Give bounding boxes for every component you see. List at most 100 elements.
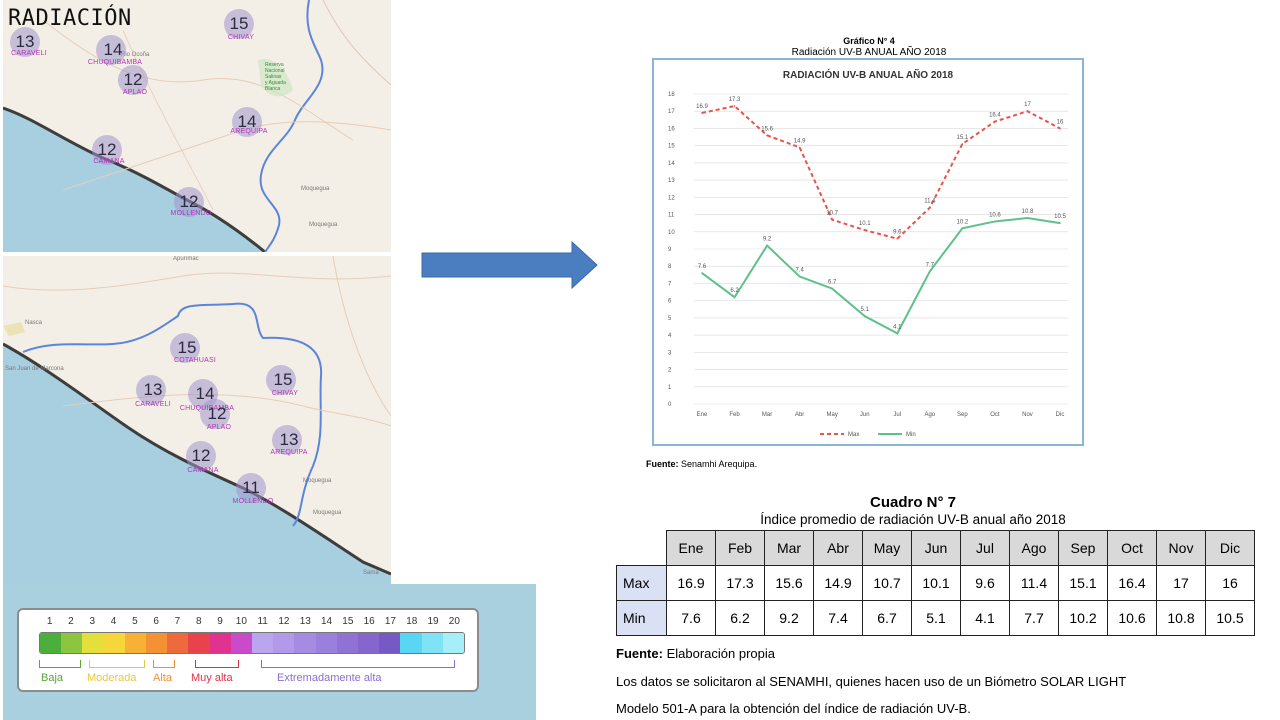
legend-scale-number: 3 (89, 616, 96, 627)
legend-color-swatch (294, 633, 316, 653)
chart-plot: 0123456789101112131415161718Ene Feb Mar Abr… (668, 92, 1068, 438)
chart-source-text: Senamhi Arequipa. (681, 459, 758, 469)
city-label: CARAVELI (135, 401, 171, 408)
x-tick-label: Ago (924, 412, 935, 418)
y-tick-label: 13 (668, 178, 675, 184)
uv-value: 14 (195, 384, 215, 403)
data-label: 7.4 (795, 268, 804, 274)
data-label: 10.6 (989, 212, 1001, 218)
legend-scale-number: 11 (257, 616, 268, 627)
legend-entry: Min (906, 432, 916, 438)
table-row: Max 16.9 17.3 15.6 14.9 10.7 10.1 9.6 11… (616, 565, 1255, 601)
table-cell: 15.1 (1058, 565, 1108, 601)
legend-scale-number: 20 (448, 616, 460, 627)
x-tick-label: Mar (762, 412, 772, 418)
legend-color-swatch (188, 633, 210, 653)
uv-value: 11 (242, 478, 260, 497)
data-point (831, 218, 833, 221)
legend-scale-number: 15 (342, 616, 354, 627)
table-header-cell: Dic (1205, 530, 1255, 566)
legend-scale-number: 2 (68, 616, 74, 627)
y-tick-label: 10 (668, 230, 675, 236)
uv-value: 13 (143, 380, 163, 399)
table-cell: 7.7 (1009, 600, 1059, 636)
table-cell: 11.4 (1009, 565, 1059, 601)
city-label: CAMANA (187, 467, 219, 474)
legend-scale-number: 13 (299, 616, 311, 627)
data-point (1026, 110, 1029, 113)
y-tick-label: 1 (668, 385, 672, 391)
uv-value: 13 (279, 430, 299, 449)
y-tick-label: 0 (668, 402, 672, 408)
y-tick-label: 9 (668, 247, 672, 253)
table-cell: 17 (1156, 565, 1206, 601)
uv-value: 12 (123, 70, 143, 89)
uv-value: 15 (273, 370, 293, 389)
table-cell: 15.6 (764, 565, 814, 601)
data-label: 9.2 (763, 237, 772, 243)
table-row-label: Min (616, 600, 667, 636)
data-point (798, 146, 801, 149)
table-cell: 6.7 (862, 600, 912, 636)
place-label: Moquegua (313, 510, 342, 516)
bracket-baja (39, 660, 81, 668)
legend-color-swatch (358, 633, 380, 653)
city-label: MOLLENDO (232, 498, 274, 505)
y-tick-label: 12 (668, 195, 675, 201)
legend-scale-number: 10 (235, 616, 247, 627)
legend-scale-number: 16 (363, 616, 375, 627)
data-point (994, 220, 996, 223)
table-cell: 10.2 (1058, 600, 1108, 636)
x-tick-label: Dic (1056, 412, 1065, 418)
data-label: 7.6 (698, 264, 707, 270)
data-point (733, 105, 736, 107)
table-source-text: Elaboración propia (666, 646, 775, 661)
data-point (766, 244, 768, 247)
data-point (929, 206, 931, 209)
legend-color-swatch (315, 633, 337, 653)
x-tick-label: Jun (860, 412, 870, 418)
city-label: APLAO (122, 89, 148, 96)
legend-color-swatch (61, 633, 83, 653)
table-number: Cuadro N° 7 (869, 494, 956, 511)
x-tick-label: Jul (893, 412, 901, 418)
table-cell: 10.7 (862, 565, 912, 601)
uv-legend: 1 2 3 4 5 6 7 8 9 10 11 12 13 14 15 16 17 18 19 20 Baja Mod… (17, 608, 479, 692)
legend-scale-number: 6 (153, 616, 159, 627)
data-point (701, 112, 703, 114)
data-point (994, 120, 996, 123)
city-label: MOLLENDO (170, 210, 212, 217)
table-cell: 6.2 (715, 600, 765, 636)
table-cell: 14.9 (813, 565, 863, 601)
table-source: Fuente: Elaboración propia (616, 646, 775, 661)
place-label: Moquegua (303, 478, 332, 484)
legend-color-swatch (273, 633, 295, 653)
legend-category-label: Muy alta (191, 672, 233, 684)
legend-entry: Max (848, 432, 859, 438)
table-header-cell: Ago (1009, 530, 1059, 566)
legend-scale-number: 1 (46, 616, 53, 627)
city-label: CARAVELI (11, 50, 47, 57)
data-label: 16.9 (696, 104, 708, 110)
data-point (961, 143, 964, 145)
series-line-max (701, 104, 1061, 240)
city-label: APLAO (206, 424, 232, 431)
y-tick-label: 8 (668, 264, 672, 270)
x-tick-label: Ene (697, 412, 708, 418)
legend-category-label: Extremadamente alta (277, 672, 382, 684)
data-label: 17.3 (729, 97, 741, 103)
y-tick-label: 3 (668, 350, 672, 356)
data-label: 14.9 (794, 138, 806, 144)
table-cell: 16.4 (1107, 565, 1157, 601)
uv-map-bottom: Nasca San Juan de Marcona Apurímac Moque… (3, 256, 391, 586)
x-tick-label: Sep (957, 412, 968, 418)
y-tick-label: 15 (668, 144, 675, 150)
x-tick-label: May (827, 412, 838, 418)
data-point (1059, 222, 1061, 224)
table-corner (617, 531, 667, 566)
uv-value: 12 (97, 140, 117, 159)
legend-color-swatch (379, 633, 401, 653)
series-line-min (701, 216, 1061, 335)
legend-scale-number: 8 (195, 616, 202, 627)
legend-color-swatch (442, 633, 464, 653)
